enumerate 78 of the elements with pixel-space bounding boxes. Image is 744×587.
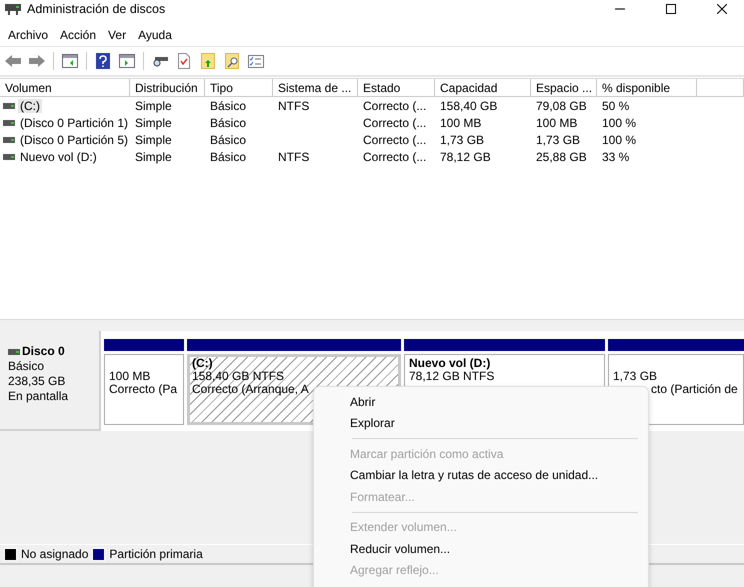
partition-text: 158,40 GB NTFS: [192, 370, 284, 383]
back-button[interactable]: [3, 52, 23, 70]
table-cell-text: Simple: [134, 116, 173, 130]
checklist-icon[interactable]: [246, 52, 266, 70]
menu-item[interactable]: Ayuda: [132, 26, 178, 44]
table-cell-text: 78,12 GB: [439, 150, 492, 164]
table-cell-text: Correcto (...: [362, 132, 428, 146]
table-cell-text: Básico: [209, 132, 248, 146]
table-cell-text: Simple: [134, 98, 173, 112]
disk-name: Disco 0: [22, 344, 65, 359]
table-cell-text: Correcto (...: [362, 116, 428, 130]
table-cell-text: NTFS: [277, 98, 310, 112]
forward-button[interactable]: [27, 52, 47, 70]
help-icon[interactable]: [93, 52, 113, 70]
table-cell-text: 1,73 GB: [535, 132, 582, 146]
partition-block[interactable]: 100 MB Correcto (Pa: [104, 354, 184, 425]
partition-text: 78,12 GB NTFS: [409, 370, 494, 383]
window-title: Administración de discos: [27, 2, 166, 16]
column-header[interactable]: Tipo: [205, 79, 273, 97]
disk-status: En pantalla: [8, 389, 70, 404]
legend-label: Partición primaria: [109, 547, 203, 561]
table-cell-text: 100 MB: [439, 116, 482, 130]
panel-icon[interactable]: [117, 52, 137, 70]
table-cell-text: 25,88 GB: [535, 150, 588, 164]
table-cell-text: Correcto (...: [362, 98, 428, 112]
column-header[interactable]: Espacio ...: [531, 79, 597, 97]
table-cell-text: Básico: [209, 150, 248, 164]
table-cell-text: 100 %: [601, 116, 638, 130]
table-cell-text: Básico: [209, 98, 248, 112]
close-icon: [716, 4, 726, 14]
table-cell-text: 158,40 GB: [439, 98, 498, 112]
drive-icon: [3, 136, 15, 142]
column-header[interactable]: Sistema de ...: [273, 79, 358, 97]
partition-text: Correcto (Arranque, A: [192, 383, 309, 396]
column-header[interactable]: Volumen: [0, 79, 130, 97]
column-header[interactable]: % disponible: [597, 79, 697, 97]
column-header[interactable]: Estado: [358, 79, 435, 97]
menu-item[interactable]: Ver: [102, 26, 132, 44]
panel-icon[interactable]: [60, 52, 80, 70]
menu-option[interactable]: Reducir volumen...: [314, 538, 648, 560]
disk-drive-icon: [5, 2, 21, 16]
drive-icon: [3, 120, 15, 126]
menu-item[interactable]: Archivo: [2, 26, 54, 44]
table-cell-text: 100 MB: [535, 116, 578, 130]
partition-title: (C:): [192, 357, 213, 370]
partition-text: cto (Partición de: [651, 383, 738, 396]
disk-size: 238,35 GB: [8, 374, 66, 389]
legend-label: No asignado: [21, 547, 88, 561]
menu-option[interactable]: Cambiar la letra y rutas de acceso de unidad...: [314, 464, 648, 486]
partition-text: Correcto (Pa: [109, 383, 178, 396]
partition-title: Nuevo vol (D:): [409, 357, 490, 370]
column-header[interactable]: Capacidad: [435, 79, 531, 97]
table-cell-text: Simple: [134, 132, 173, 146]
disk-type: Básico: [8, 359, 46, 374]
table-cell-text: Simple: [134, 150, 173, 164]
maximize-icon: [666, 4, 676, 14]
table-cell-text: NTFS: [277, 150, 310, 164]
volume-name[interactable]: Nuevo vol (D:): [18, 150, 99, 164]
column-header[interactable]: Distribución: [130, 79, 205, 97]
volume-name[interactable]: (C:): [18, 98, 42, 112]
table-cell-text: 100 %: [601, 132, 638, 146]
folder-search-icon[interactable]: [222, 52, 242, 70]
drive-icon: [3, 154, 15, 160]
table-cell-text: Básico: [209, 116, 248, 130]
volume-name[interactable]: (Disco 0 Partición 1): [18, 116, 130, 130]
table-cell-text: 33 %: [601, 150, 630, 164]
drive-icon: [8, 348, 20, 354]
volume-name[interactable]: (Disco 0 Partición 5): [18, 132, 130, 146]
partition-text: 1,73 GB: [613, 370, 658, 383]
partition-text: 100 MB: [109, 370, 150, 383]
drive-icon: [3, 102, 15, 108]
table-cell-text: 1,73 GB: [439, 132, 486, 146]
empty-column-header: [697, 79, 744, 97]
table-cell-text: 79,08 GB: [535, 98, 588, 112]
table-cell-text: Correcto (...: [362, 150, 428, 164]
menu-item[interactable]: Acción: [54, 26, 102, 44]
folder-up-icon[interactable]: [198, 52, 218, 70]
table-cell-text: 50 %: [601, 98, 630, 112]
